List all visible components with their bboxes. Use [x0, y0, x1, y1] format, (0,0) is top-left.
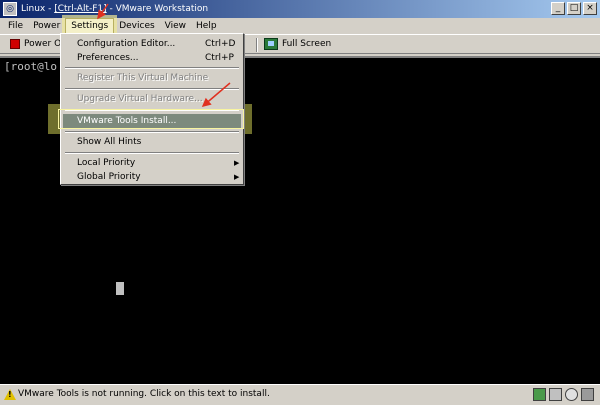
minimize-button[interactable]: _	[551, 2, 565, 15]
menu-view[interactable]: View	[160, 19, 191, 33]
vmware-tools-status-link[interactable]: VMware Tools is not running. Click on th…	[18, 389, 270, 399]
menu-separator	[65, 131, 239, 133]
power-off-icon	[10, 39, 20, 49]
menu-settings[interactable]: Settings	[62, 15, 118, 37]
menu-help[interactable]: Help	[191, 19, 222, 33]
window-controls: _ □ ×	[551, 2, 597, 15]
cdrom-icon[interactable]	[565, 388, 578, 401]
submenu-arrow-icon: ▶	[234, 159, 240, 167]
menu-item-configuration-editor[interactable]: Configuration Editor... Ctrl+D	[63, 37, 241, 51]
menu-item-register-vm: Register This Virtual Machine	[77, 73, 209, 83]
full-screen-label: Full Screen	[282, 39, 332, 49]
close-button[interactable]: ×	[583, 2, 597, 15]
shortcut-ctrl-d: Ctrl+D	[205, 39, 236, 49]
menu-item-local-priority[interactable]: Local Priority ▶	[63, 156, 241, 170]
network-icon[interactable]	[533, 388, 546, 401]
menu-power[interactable]: Power	[28, 19, 65, 33]
menu-separator	[65, 88, 239, 90]
highlight-box-annotation	[58, 109, 244, 129]
power-off-button[interactable]: Power O	[10, 39, 61, 49]
title-bar: ◎ Linux - [Ctrl-Alt-F1] - VMware Worksta…	[0, 0, 600, 18]
menu-item-global-priority[interactable]: Global Priority ▶	[63, 170, 241, 184]
shortcut-ctrl-p: Ctrl+P	[205, 53, 234, 63]
menu-separator	[65, 67, 239, 69]
submenu-arrow-icon: ▶	[234, 173, 240, 181]
window-title: Linux - [Ctrl-Alt-F1] - VMware Workstati…	[21, 4, 209, 14]
menu-bar: File Power Settings Devices View Help	[0, 15, 600, 37]
toolbar-separator	[256, 38, 258, 52]
full-screen-button[interactable]: Full Screen	[264, 38, 331, 50]
menu-devices[interactable]: Devices	[114, 19, 159, 33]
menu-item-show-all-hints[interactable]: Show All Hints	[63, 135, 241, 149]
mouse-cursor-block	[116, 282, 124, 295]
hard-disk-icon[interactable]	[549, 388, 562, 401]
device-status-icons	[533, 388, 594, 401]
warning-icon	[4, 389, 16, 400]
full-screen-icon	[264, 38, 278, 50]
vmware-app-icon[interactable]: ◎	[3, 2, 17, 16]
menu-item-upgrade-hardware: Upgrade Virtual Hardware...	[77, 94, 203, 104]
floppy-icon[interactable]	[581, 388, 594, 401]
menu-separator	[65, 152, 239, 154]
status-bar: VMware Tools is not running. Click on th…	[0, 384, 600, 405]
menu-file[interactable]: File	[3, 19, 28, 33]
menu-item-preferences[interactable]: Preferences... Ctrl+P	[63, 51, 241, 65]
power-off-label: Power O	[24, 39, 62, 49]
console-prompt: [root@lo	[4, 60, 57, 73]
maximize-button[interactable]: □	[567, 2, 581, 15]
